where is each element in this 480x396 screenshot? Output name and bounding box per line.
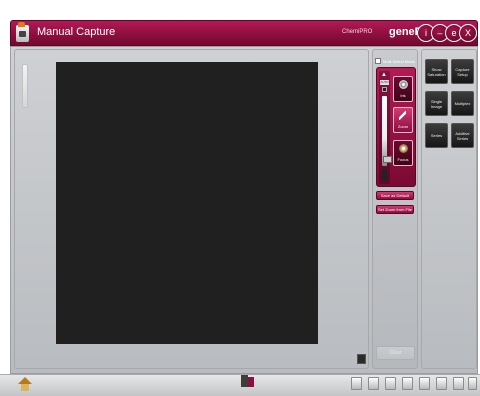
- multi-select-mode[interactable]: Multi Select Mode: [375, 58, 415, 64]
- home-icon[interactable]: [18, 377, 32, 391]
- focus-label: Focus: [397, 157, 409, 162]
- capture-setup-button[interactable]: Capture Setup: [451, 59, 474, 84]
- slider-thumb[interactable]: [383, 156, 392, 163]
- camera-icon: [16, 22, 29, 42]
- iris-label: Iris: [400, 93, 406, 98]
- arrow-down-button[interactable]: [382, 87, 387, 92]
- workspace: Multi Select Mode ▲ AUTO Iris Zoom Focus…: [10, 46, 478, 374]
- camera-control-box: ▲ AUTO Iris Zoom Focus: [376, 67, 416, 187]
- brand-chemipro: ChemiPRO: [342, 29, 373, 35]
- single-image-button[interactable]: Single Image: [425, 91, 448, 116]
- zoom-label: Zoom: [397, 124, 409, 129]
- bottom-toolbar: [0, 374, 480, 396]
- auto-button[interactable]: AUTO: [380, 80, 389, 85]
- multiplex-button[interactable]: Multiplex: [451, 91, 474, 116]
- capture-controls-panel: Multi Select Mode ▲ AUTO Iris Zoom Focus…: [372, 49, 418, 369]
- save-as-default-button[interactable]: Save as Default: [376, 191, 414, 200]
- capture-device-icon[interactable]: [241, 375, 255, 389]
- adjust-slider[interactable]: [382, 96, 392, 166]
- corner-toggle-button[interactable]: [357, 354, 366, 364]
- multi-select-checkbox[interactable]: [375, 58, 381, 64]
- additive-series-button[interactable]: Additive Series: [451, 123, 474, 148]
- zoom-button[interactable]: Zoom: [393, 107, 413, 133]
- image-panel: [14, 49, 369, 369]
- close-icon[interactable]: X: [459, 24, 477, 42]
- window-title: Manual Capture: [37, 26, 116, 38]
- toolbar-icon-6[interactable]: [436, 377, 447, 390]
- iris-icon: [399, 80, 408, 89]
- image-preview[interactable]: [56, 62, 318, 344]
- focus-icon: [399, 144, 408, 153]
- show-saturation-button[interactable]: Show Saturation: [425, 59, 448, 84]
- auto-slider-column: ▲ AUTO: [379, 71, 392, 184]
- focus-button[interactable]: Focus: [393, 140, 413, 166]
- toolbar-icon-7[interactable]: [453, 377, 464, 390]
- series-button[interactable]: Series: [425, 123, 448, 148]
- toolbar-icon-3[interactable]: [385, 377, 396, 390]
- clear-button[interactable]: Clear: [376, 346, 415, 360]
- toolbar-icon-4[interactable]: [402, 377, 413, 390]
- toolbar-icon-2[interactable]: [368, 377, 379, 390]
- toolbar-icon-8[interactable]: [468, 377, 477, 390]
- iris-button[interactable]: Iris: [393, 76, 413, 102]
- multi-select-label: Multi Select Mode: [383, 58, 415, 64]
- set-zoom-from-file-button[interactable]: Set Zoom from File: [376, 205, 414, 214]
- arrow-up-icon[interactable]: ▲: [381, 72, 387, 78]
- toolbar-icon-5[interactable]: [419, 377, 430, 390]
- capture-options-panel: Show Saturation Capture Setup Single Ima…: [421, 49, 477, 369]
- vertical-slider[interactable]: [22, 64, 28, 108]
- slider-base: [382, 169, 387, 181]
- title-bar: Manual Capture ChemiPRO genePIX i – e X: [10, 20, 478, 46]
- toolbar-icon-1[interactable]: [351, 377, 362, 390]
- zoom-icon: [399, 111, 406, 120]
